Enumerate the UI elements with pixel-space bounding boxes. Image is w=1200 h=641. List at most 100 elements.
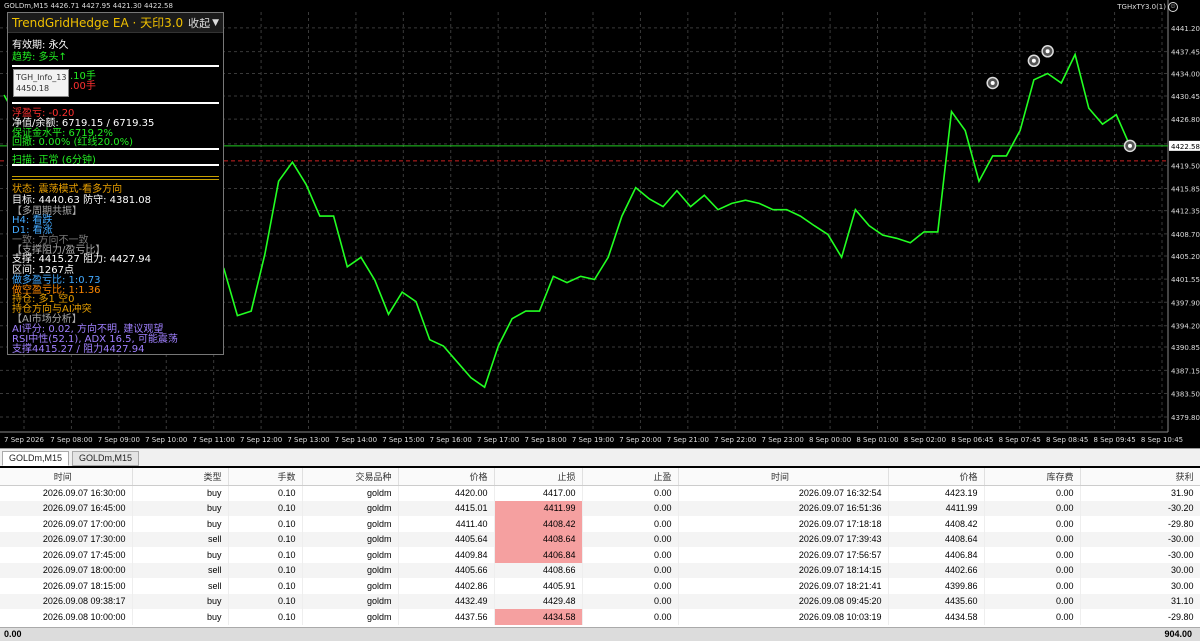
cell-symbol: goldm [302, 485, 399, 501]
column-header[interactable]: 时间 [678, 468, 889, 486]
price-tick-label: 4419.50 [1171, 162, 1200, 170]
trade-history-table: 时间 类型 手数 交易品种 价格 止损 止盈 时间 价格 库存费 获利 2026.09.07 16:… [0, 468, 1200, 641]
time-tick-label: 7 Sep 13:00 [287, 436, 329, 444]
cell-lots: 0.10 [228, 562, 303, 578]
tab-goldm-m15-1[interactable]: GOLDm,M15 [2, 451, 70, 466]
table-row[interactable]: 2026.09.08 09:38:17 buy 0.10 goldm 4432.49 44… [0, 593, 1200, 609]
panel-divider [12, 65, 219, 67]
cell-close-time: 2026.09.07 16:32:54 [678, 485, 889, 501]
column-header[interactable]: 库存费 [984, 468, 1081, 486]
cell-type: buy [132, 485, 229, 501]
time-tick-label: 8 Sep 09:45 [1093, 436, 1135, 444]
price-tick-label: 4379.80 [1171, 414, 1200, 422]
table-row[interactable]: 2026.09.07 17:30:00 sell 0.10 goldm 4405.64 4… [0, 531, 1200, 547]
cell-lots: 0.10 [228, 578, 303, 594]
cell-open-time: 2026.09.07 18:15:00 [0, 578, 133, 594]
cell-profit: -30.00 [1080, 547, 1200, 563]
cell-price: 4420.00 [398, 485, 495, 501]
cell-type: buy [132, 547, 229, 563]
column-header[interactable]: 止盈 [582, 468, 679, 486]
time-tick-label: 7 Sep 09:00 [98, 436, 140, 444]
price-tick-label: 4441.20 [1171, 25, 1200, 33]
table-row[interactable]: 2026.09.07 18:00:00 sell 0.10 goldm 4405.66 4… [0, 562, 1200, 578]
cell-profit: 30.00 [1080, 578, 1200, 594]
cell-price: 4415.01 [398, 500, 495, 516]
column-header[interactable]: 手数 [228, 468, 303, 486]
cell-lots: 0.10 [228, 547, 303, 563]
cell-sl: 4434.58 [494, 609, 583, 625]
cell-lots: 0.10 [228, 531, 303, 547]
cell-open-time: 2026.09.07 17:30:00 [0, 531, 133, 547]
cell-type: buy [132, 516, 229, 532]
cell-close-time: 2026.09.07 18:14:15 [678, 562, 889, 578]
column-header[interactable]: 价格 [888, 468, 985, 486]
chevron-down-icon[interactable]: ▼ [212, 18, 219, 28]
cell-close-time: 2026.09.07 17:39:43 [678, 531, 889, 547]
panel-divider [12, 102, 219, 104]
time-tick-label: 8 Sep 01:00 [856, 436, 898, 444]
cell-symbol: goldm [302, 500, 399, 516]
cell-open-time: 2026.09.08 09:38:17 [0, 593, 133, 609]
time-tick-label: 8 Sep 07:45 [999, 436, 1041, 444]
cell-symbol: goldm [302, 516, 399, 532]
cell-type: buy [132, 593, 229, 609]
cell-swap: 0.00 [984, 547, 1081, 563]
panel-divider [12, 164, 219, 166]
price-chart[interactable]: 4441.20 4437.45 4434.00 4430.45 4426.80 4422.… [0, 0, 1200, 448]
price-tick-label: 4390.85 [1171, 344, 1200, 352]
time-tick-label: 7 Sep 10:00 [145, 436, 187, 444]
time-tick-label: 8 Sep 10:45 [1141, 436, 1183, 444]
cell-profit: -29.80 [1080, 609, 1200, 625]
panel-line: 有效期: 永久 [12, 40, 69, 51]
time-tick-label: 7 Sep 16:00 [430, 436, 472, 444]
cell-sl: 4405.91 [494, 578, 583, 594]
time-tick-label: 8 Sep 06:45 [951, 436, 993, 444]
column-header[interactable]: 类型 [132, 468, 229, 486]
price-tick-label: 4387.15 [1171, 367, 1200, 375]
table-header: 时间 类型 手数 交易品种 价格 止损 止盈 时间 价格 库存费 获利 [0, 468, 1200, 486]
cell-symbol: goldm [302, 547, 399, 563]
table-row[interactable]: 2026.09.08 10:00:00 buy 0.10 goldm 4437.56 44… [0, 609, 1200, 625]
cell-close-price: 4411.99 [888, 500, 985, 516]
collapse-button[interactable]: 收起 [188, 15, 210, 31]
cell-profit: 30.00 [1080, 562, 1200, 578]
table-row[interactable]: 2026.09.07 16:30:00 buy 0.10 goldm 4420.00 44… [0, 485, 1200, 501]
price-tick-label: 4415.85 [1171, 186, 1200, 194]
cell-tp: 0.00 [582, 547, 679, 563]
symbol-header: GOLDm,M15 4426.71 4427.95 4421.30 4422.5… [4, 2, 173, 10]
cell-price: 4405.66 [398, 562, 495, 578]
table-row[interactable]: 2026.09.07 18:15:00 sell 0.10 goldm 4402.86 4… [0, 578, 1200, 594]
column-header[interactable]: 止损 [494, 468, 583, 486]
cell-close-price: 4408.42 [888, 516, 985, 532]
panel-divider [12, 179, 219, 180]
price-tick-label: 4401.55 [1171, 276, 1200, 284]
table-row[interactable]: 2026.09.07 17:00:00 buy 0.10 goldm 4411.40 44… [0, 516, 1200, 532]
panel-divider [12, 148, 219, 150]
column-header[interactable]: 获利 [1080, 468, 1200, 486]
cell-profit: -30.20 [1080, 500, 1200, 516]
cell-close-time: 2026.09.07 16:51:36 [678, 500, 889, 516]
time-tick-label: 7 Sep 23:00 [762, 436, 804, 444]
ea-label: TGHxTY3.0(1) [1117, 3, 1166, 11]
cell-swap: 0.00 [984, 531, 1081, 547]
panel-divider [12, 176, 219, 177]
table-row[interactable]: 2026.09.07 17:45:00 buy 0.10 goldm 4409.84 44… [0, 547, 1200, 563]
time-tick-label: 7 Sep 21:00 [667, 436, 709, 444]
trade-marker-dot [1031, 58, 1036, 63]
cell-symbol: goldm [302, 578, 399, 594]
column-header[interactable]: 交易品种 [302, 468, 399, 486]
cell-close-price: 4406.84 [888, 547, 985, 563]
time-tick-label: 7 Sep 12:00 [240, 436, 282, 444]
cell-lots: 0.10 [228, 516, 303, 532]
tab-goldm-m15-2[interactable]: GOLDm,M15 [72, 451, 140, 466]
column-header[interactable]: 价格 [398, 468, 495, 486]
price-tick-label: 4437.45 [1171, 49, 1200, 57]
column-header[interactable]: 时间 [0, 468, 133, 486]
panel-line: .00手 [70, 81, 96, 92]
cell-open-time: 2026.09.07 16:30:00 [0, 485, 133, 501]
cell-swap: 0.00 [984, 500, 1081, 516]
table-row[interactable]: 2026.09.07 16:45:00 buy 0.10 goldm 4415.01 44… [0, 500, 1200, 516]
cell-sl: 4408.66 [494, 562, 583, 578]
cell-close-price: 4402.66 [888, 562, 985, 578]
cell-swap: 0.00 [984, 516, 1081, 532]
